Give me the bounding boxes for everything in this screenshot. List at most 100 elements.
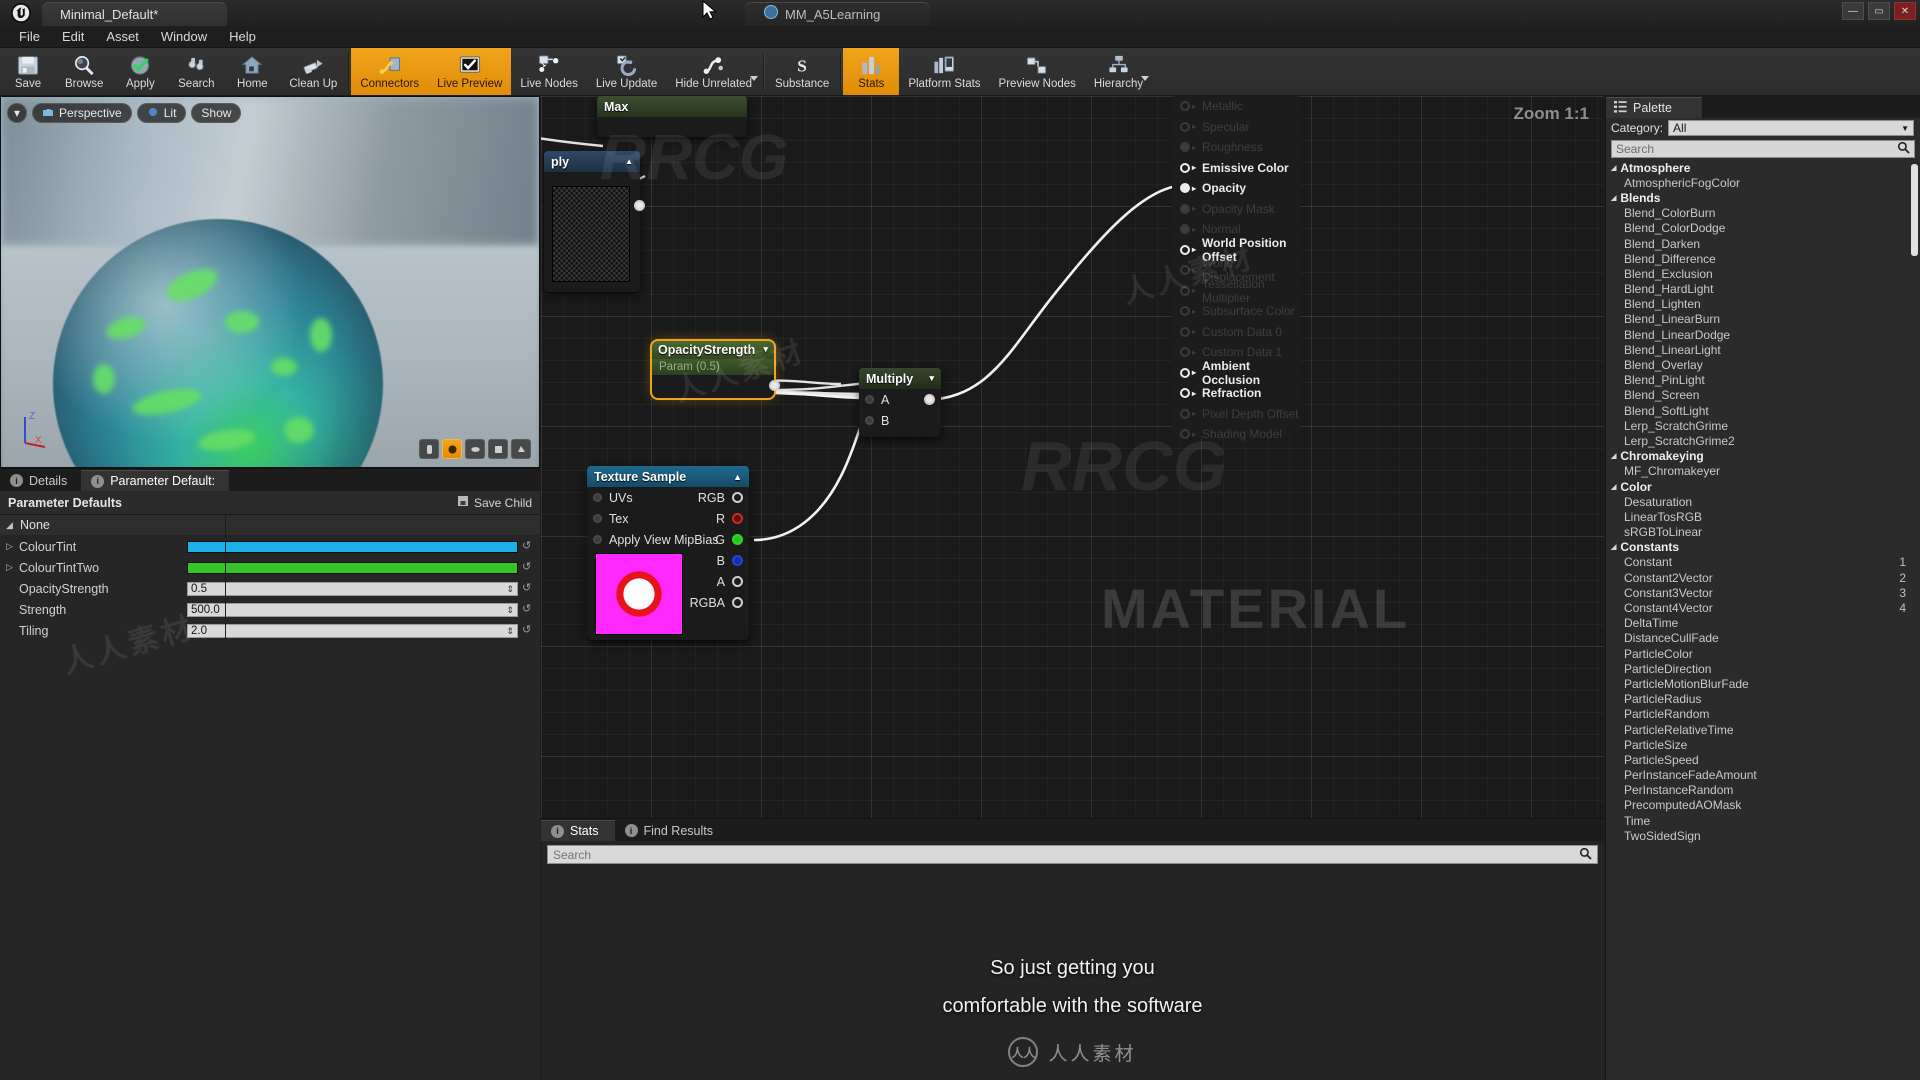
palette-item[interactable]: Constant2Vector 2	[1606, 570, 1920, 585]
texture-sample-input-pin[interactable]	[593, 493, 602, 502]
texture-sample-input-pin[interactable]	[593, 535, 602, 544]
palette-item[interactable]: LinearTosRGB	[1606, 509, 1920, 524]
graph-node-opacity-output-pin[interactable]	[769, 380, 780, 391]
chevron-down-icon[interactable]: ▾	[763, 344, 768, 355]
material-output-row[interactable]: ▸ Subsurface Color	[1172, 301, 1300, 322]
toolbar-button-hierarchy[interactable]: Hierarchy	[1085, 48, 1152, 95]
palette-category-chromakeying[interactable]: ◢ Chromakeying	[1606, 449, 1920, 464]
revert-icon[interactable]: ↺	[522, 561, 532, 574]
material-output-pin[interactable]	[1180, 121, 1190, 132]
palette-item[interactable]: Lerp_ScratchGrime	[1606, 418, 1920, 433]
palette-node-list[interactable]: ◢ Atmosphere AtmosphericFogColor ◢ Blends Ble…	[1606, 160, 1920, 1080]
graph-node-max[interactable]: Max	[597, 96, 747, 137]
material-output-row[interactable]: ▸ Tessellation Multiplier	[1172, 277, 1300, 305]
palette-item[interactable]: DeltaTime	[1606, 616, 1920, 631]
preview-cylinder-button[interactable]	[419, 439, 439, 459]
toolbar-button-search[interactable]: Search	[168, 48, 224, 95]
palette-item[interactable]: DistanceCullFade	[1606, 631, 1920, 646]
parameter-color-swatch[interactable]	[187, 561, 518, 574]
material-output-pin[interactable]	[1180, 162, 1190, 173]
palette-item[interactable]: MF_Chromakeyer	[1606, 464, 1920, 479]
minimize-button[interactable]: —	[1842, 2, 1864, 20]
viewport-view-mode-button[interactable]: Lit	[136, 103, 187, 123]
palette-item[interactable]: Lerp_ScratchGrime2	[1606, 433, 1920, 448]
preview-cube-button[interactable]	[488, 439, 508, 459]
material-output-pin[interactable]	[1180, 408, 1190, 419]
menu-item-window[interactable]: Window	[150, 27, 218, 46]
palette-item[interactable]: ParticleDirection	[1606, 661, 1920, 676]
material-output-row[interactable]: ▸ Shading Model	[1172, 424, 1300, 445]
palette-category-blends[interactable]: ◢ Blends	[1606, 190, 1920, 205]
toolbar-button-live-nodes[interactable]: Live Nodes	[511, 48, 587, 95]
toolbar-button-connectors[interactable]: Connectors	[351, 48, 429, 95]
parameter-row[interactable]: OpacityStrength 0.5 ⇕ ↺	[0, 578, 540, 599]
palette-item[interactable]: Blend_ColorBurn	[1606, 206, 1920, 221]
palette-item[interactable]: ParticleRadius	[1606, 692, 1920, 707]
palette-item[interactable]: TwoSidedSign	[1606, 828, 1920, 843]
details-tab-parameter-default[interactable]: i Parameter Default:	[81, 470, 230, 491]
palette-category-select[interactable]: All ▼	[1668, 120, 1914, 136]
palette-item[interactable]: ParticleRelativeTime	[1606, 722, 1920, 737]
palette-category-constants[interactable]: ◢ Constants	[1606, 540, 1920, 555]
tab-palette[interactable]: Palette	[1606, 97, 1702, 118]
spinner-icon[interactable]: ⇕	[506, 604, 514, 616]
parameter-row[interactable]: ▷ ColourTintTwo ↺	[0, 557, 540, 578]
texture-sample-output-pin[interactable]	[732, 555, 743, 566]
parameter-number-field[interactable]: 0.5 ⇕	[187, 581, 518, 596]
texture-sample-output-pin[interactable]	[732, 492, 743, 503]
parameter-group-none[interactable]: ◢ None	[0, 515, 540, 536]
parameter-row[interactable]: Tiling 2.0 ⇕ ↺	[0, 620, 540, 641]
material-output-pin[interactable]	[1180, 388, 1190, 399]
window-tab-main[interactable]: Minimal_Default*	[42, 2, 227, 26]
palette-item[interactable]: Blend_LinearBurn	[1606, 312, 1920, 327]
revert-icon[interactable]: ↺	[522, 624, 532, 637]
material-output-row[interactable]: ▸ Metallic	[1172, 96, 1300, 117]
palette-item[interactable]: ParticleMotionBlurFade	[1606, 676, 1920, 691]
material-output-pin[interactable]	[1180, 265, 1190, 276]
material-output-pin[interactable]	[1180, 367, 1190, 378]
material-output-pin[interactable]	[1180, 306, 1190, 317]
save-child-button[interactable]: Save Child	[457, 495, 532, 510]
palette-item[interactable]: Constant4Vector 4	[1606, 600, 1920, 615]
palette-category-atmosphere[interactable]: ◢ Atmosphere	[1606, 160, 1920, 175]
material-output-pin[interactable]	[1180, 224, 1190, 235]
toolbar-button-live-update[interactable]: Live Update	[587, 48, 666, 95]
toolbar-button-browse[interactable]: Browse	[56, 48, 112, 95]
palette-item[interactable]: Blend_Lighten	[1606, 297, 1920, 312]
material-output-row[interactable]: ▸ Custom Data 0	[1172, 322, 1300, 343]
preview-custom-mesh-button[interactable]	[511, 439, 531, 459]
palette-item[interactable]: PerInstanceFadeAmount	[1606, 768, 1920, 783]
material-output-row[interactable]: ▸ Specular	[1172, 117, 1300, 138]
material-preview-viewport[interactable]: Z X ▾ Perspective Lit Show	[0, 96, 540, 468]
material-output-row[interactable]: ▸ Ambient Occlusion	[1172, 359, 1300, 387]
toolbar-button-substance[interactable]: S Substance	[766, 48, 838, 95]
multiply-input-a-pin[interactable]	[865, 395, 874, 404]
palette-item[interactable]: Blend_LinearLight	[1606, 342, 1920, 357]
material-output-pin[interactable]	[1180, 183, 1190, 194]
palette-item[interactable]: PerInstanceRandom	[1606, 783, 1920, 798]
palette-item[interactable]: Blend_Overlay	[1606, 357, 1920, 372]
toolbar-button-apply[interactable]: Apply	[112, 48, 168, 95]
spinner-icon[interactable]: ⇕	[506, 625, 514, 637]
material-output-pin[interactable]	[1180, 347, 1190, 358]
parameter-number-field[interactable]: 500.0 ⇕	[187, 602, 518, 617]
palette-item[interactable]: AtmosphericFogColor	[1606, 175, 1920, 190]
texture-sample-output-pin[interactable]	[732, 597, 743, 608]
material-output-pin[interactable]	[1180, 429, 1190, 440]
palette-item[interactable]: PrecomputedAOMask	[1606, 798, 1920, 813]
toolbar-button-stats[interactable]: Stats	[843, 48, 900, 95]
graph-node-multiply[interactable]: Multiply ▾ A B	[859, 368, 941, 437]
material-output-row[interactable]: ▸ Roughness	[1172, 137, 1300, 158]
bottom-tab-find-results[interactable]: i Find Results	[615, 820, 729, 841]
toolbar-button-preview-nodes[interactable]: Preview Nodes	[990, 48, 1085, 95]
graph-node-opacity-strength[interactable]: OpacityStrength ▾ Param (0.5)	[650, 339, 780, 400]
texture-sample-output-pin[interactable]	[732, 513, 743, 524]
palette-item[interactable]: ParticleRandom	[1606, 707, 1920, 722]
chevron-right-icon[interactable]: ▷	[6, 541, 19, 552]
toolbar-button-clean-up[interactable]: Clean Up	[280, 48, 346, 95]
collapse-up-icon[interactable]: ▲	[625, 157, 633, 166]
material-output-row[interactable]: ▸ Opacity Mask	[1172, 199, 1300, 220]
toolbar-button-save[interactable]: Save	[0, 48, 56, 95]
texture-sample-output-pin[interactable]	[732, 576, 743, 587]
revert-icon[interactable]: ↺	[522, 540, 532, 553]
